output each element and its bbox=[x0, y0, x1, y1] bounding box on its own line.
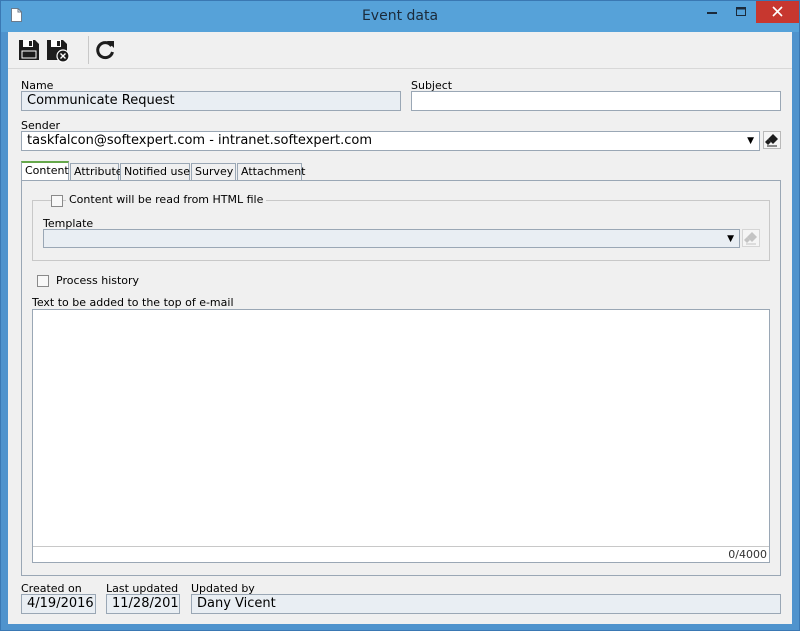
name-field[interactable]: Communicate Request bbox=[21, 91, 401, 111]
minimize-button[interactable] bbox=[698, 1, 726, 23]
updated-by-field[interactable]: Dany Vicent bbox=[191, 594, 781, 614]
sender-clear-button[interactable] bbox=[763, 131, 781, 149]
maximize-icon bbox=[727, 7, 755, 26]
toolbar-separator bbox=[88, 36, 89, 64]
last-updated-field[interactable]: 11/28/2016 bbox=[106, 594, 180, 614]
window-title: Event data bbox=[361, 8, 439, 24]
chevron-down-icon: ▼ bbox=[747, 136, 754, 146]
text-top-email-textarea[interactable]: 0/4000 bbox=[32, 309, 770, 563]
html-content-groupbox: Content will be read from HTML file Temp… bbox=[32, 193, 770, 261]
tab-attachment[interactable]: Attachment bbox=[237, 163, 306, 181]
html-file-checkbox[interactable] bbox=[51, 195, 63, 207]
text-top-email-label: Text to be added to the top of e-mail bbox=[32, 296, 234, 309]
chevron-down-icon: ▼ bbox=[727, 234, 734, 244]
save-icon bbox=[16, 40, 42, 66]
minimize-icon bbox=[698, 12, 726, 26]
save-and-close-icon bbox=[44, 40, 70, 66]
subject-field[interactable] bbox=[411, 91, 781, 111]
save-and-close-button[interactable] bbox=[44, 37, 70, 63]
sender-select[interactable]: taskfalcon@softexpert.com - intranet.sof… bbox=[21, 131, 760, 151]
template-clear-button[interactable] bbox=[742, 229, 760, 247]
close-button[interactable] bbox=[756, 1, 799, 23]
refresh-icon bbox=[92, 41, 118, 66]
event-data-window: Event data Name Communicate Request Subj… bbox=[0, 0, 800, 631]
toolbar bbox=[8, 32, 792, 68]
tab-survey[interactable]: Survey bbox=[191, 163, 236, 181]
process-history-label: Process history bbox=[56, 274, 140, 287]
toolbar-divider bbox=[8, 68, 792, 69]
template-select[interactable]: ▼ bbox=[43, 229, 740, 248]
eraser-icon bbox=[764, 134, 780, 151]
tab-attribute[interactable]: Attribute bbox=[70, 163, 123, 181]
sender-value: taskfalcon@softexpert.com - intranet.sof… bbox=[27, 133, 372, 148]
tab-notified-user[interactable]: Notified user bbox=[120, 163, 195, 181]
eraser-icon bbox=[743, 232, 759, 249]
created-on-field[interactable]: 4/19/2016 bbox=[21, 594, 96, 614]
dialog-body: Name Communicate Request Subject Sender … bbox=[8, 32, 792, 624]
save-button[interactable] bbox=[16, 37, 42, 63]
html-file-checkbox-label: Content will be read from HTML file bbox=[66, 193, 267, 206]
character-counter-bar: 0/4000 bbox=[33, 546, 769, 562]
process-history-checkbox[interactable] bbox=[37, 275, 49, 287]
refresh-button[interactable] bbox=[92, 37, 118, 63]
character-counter: 0/4000 bbox=[728, 548, 767, 561]
content-tab-panel: Content will be read from HTML file Temp… bbox=[21, 180, 781, 576]
close-icon bbox=[756, 6, 799, 26]
title-bar[interactable]: Event data bbox=[1, 1, 799, 32]
tab-content[interactable]: Content bbox=[21, 161, 69, 181]
maximize-button[interactable] bbox=[727, 1, 755, 23]
